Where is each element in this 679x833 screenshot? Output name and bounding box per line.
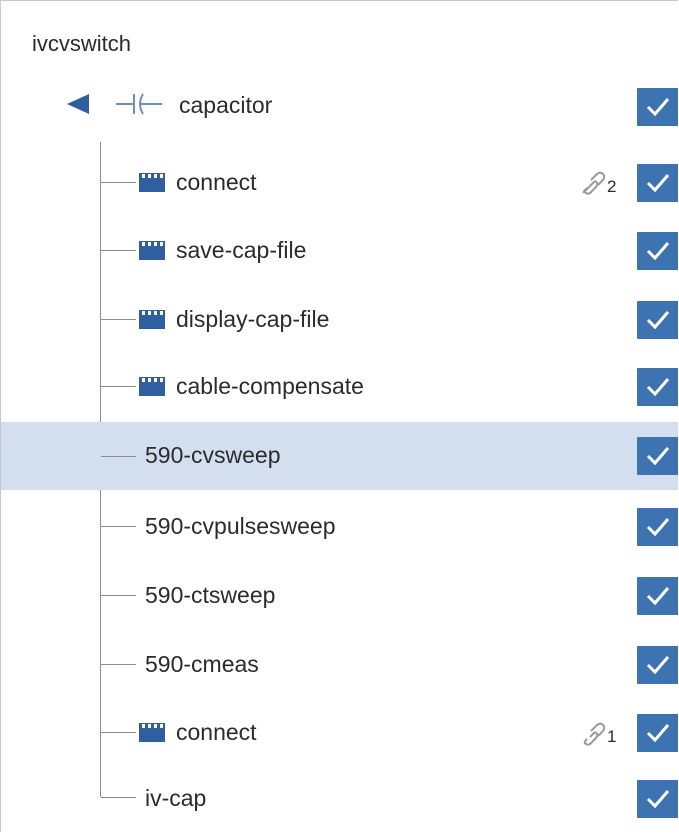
tree-branch-line: [101, 319, 136, 320]
checkmark-icon: [646, 518, 670, 537]
tree-item-590-ctsweep[interactable]: 590-ctsweep: [1, 563, 678, 629]
item-checkbox[interactable]: [637, 232, 678, 270]
item-label: connect: [176, 169, 257, 195]
item-label: display-cap-file: [176, 306, 330, 332]
item-checkbox[interactable]: [637, 368, 678, 406]
tree-branch-line: [101, 797, 136, 798]
tree-item-connect-1[interactable]: connect 2: [1, 149, 678, 215]
collapse-arrow-icon[interactable]: [65, 92, 91, 116]
item-label: 590-ctsweep: [145, 582, 276, 608]
item-checkbox[interactable]: [637, 646, 678, 684]
link-icon: [583, 722, 605, 746]
item-label: 590-cvpulsesweep: [145, 513, 336, 539]
tree-branch-line: [101, 386, 136, 387]
tree-item-590-cmeas[interactable]: 590-cmeas: [1, 632, 678, 698]
checkmark-icon: [646, 790, 670, 809]
tree-item-save-cap-file[interactable]: save-cap-file: [1, 218, 678, 284]
link-count: 1: [607, 727, 617, 746]
group-checkbox[interactable]: [637, 88, 678, 126]
capacitor-icon: [116, 93, 162, 115]
checkmark-icon: [646, 174, 670, 193]
tree-branch-line: [101, 250, 136, 251]
item-checkbox[interactable]: [637, 577, 678, 615]
tree-item-connect-2[interactable]: connect 1: [1, 700, 678, 766]
item-checkbox[interactable]: [637, 714, 678, 752]
tree-branch-line: [101, 526, 136, 527]
item-checkbox[interactable]: [637, 508, 678, 546]
tree-branch-line: [101, 664, 136, 665]
checkmark-icon: [646, 447, 670, 466]
sequence-icon: [139, 377, 165, 396]
project-tree-panel: ivcvswitch capacitor connect 2 save-cap-…: [0, 0, 678, 832]
tree-branch-line: [101, 182, 136, 183]
item-label: 590-cvsweep: [145, 442, 281, 468]
item-checkbox[interactable]: [637, 437, 678, 475]
checkmark-icon: [646, 98, 670, 117]
sequence-icon: [139, 173, 165, 192]
item-label: save-cap-file: [176, 237, 307, 263]
item-checkbox[interactable]: [637, 780, 678, 818]
checkmark-icon: [646, 587, 670, 606]
tree-item-iv-cap[interactable]: iv-cap: [1, 766, 678, 832]
item-label: 590-cmeas: [145, 651, 259, 677]
checkmark-icon: [646, 311, 670, 330]
tree-branch-line: [101, 456, 136, 457]
tree-group-row[interactable]: capacitor: [1, 71, 678, 137]
item-checkbox[interactable]: [637, 164, 678, 202]
checkmark-icon: [646, 656, 670, 675]
sequence-icon: [139, 310, 165, 329]
tree-item-590-cvpulsesweep[interactable]: 590-cvpulsesweep: [1, 494, 678, 560]
checkmark-icon: [646, 378, 670, 397]
link-count: 2: [607, 177, 617, 196]
tree-item-display-cap-file[interactable]: display-cap-file: [1, 287, 678, 353]
item-checkbox[interactable]: [637, 301, 678, 339]
tree-item-cable-compensate[interactable]: cable-compensate: [1, 354, 678, 420]
item-label: connect: [176, 719, 257, 745]
tree-branch-line: [101, 595, 136, 596]
tree-root-label[interactable]: ivcvswitch: [32, 29, 131, 59]
sequence-icon: [139, 723, 165, 742]
tree-item-590-cvsweep[interactable]: 590-cvsweep: [1, 422, 678, 490]
item-label: iv-cap: [145, 785, 207, 811]
link-icon: [582, 171, 605, 195]
item-label: cable-compensate: [176, 373, 364, 399]
checkmark-icon: [646, 242, 670, 261]
sequence-icon: [139, 241, 165, 260]
tree-branch-line: [101, 732, 136, 733]
group-label: capacitor: [179, 92, 273, 118]
checkmark-icon: [646, 724, 670, 743]
